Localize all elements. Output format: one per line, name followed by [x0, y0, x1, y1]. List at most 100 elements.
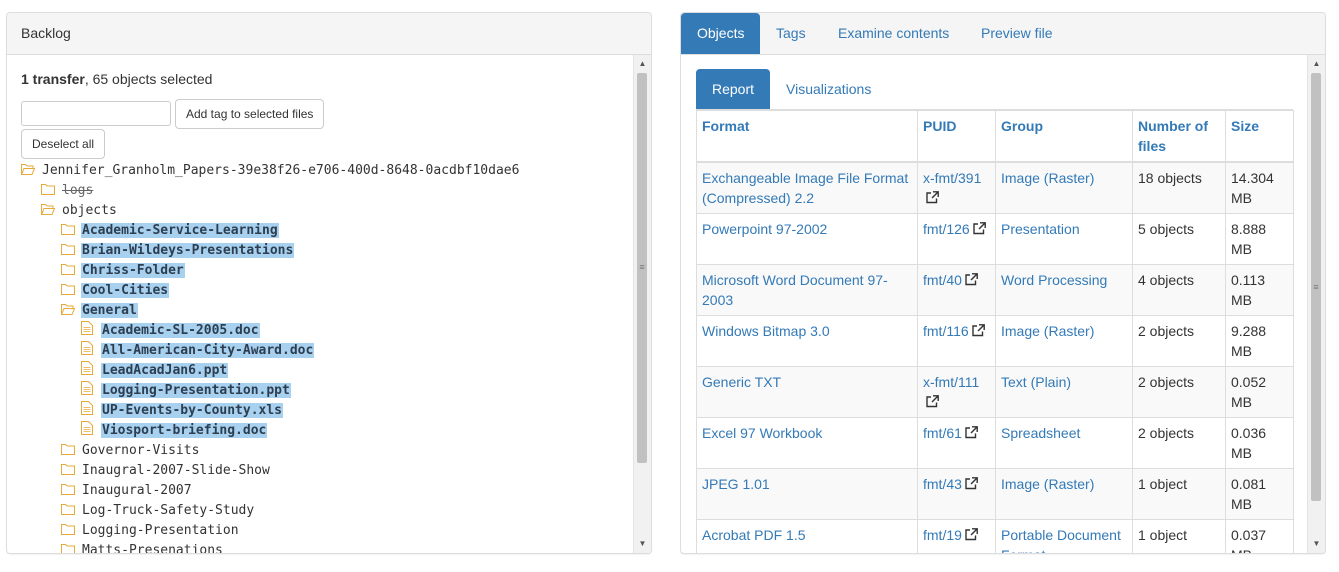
tree-node-label[interactable]: logs	[61, 183, 94, 198]
tree-node-label[interactable]: Chriss-Folder	[81, 263, 185, 278]
file-icon[interactable]	[81, 401, 95, 415]
format-link[interactable]: Windows Bitmap 3.0	[702, 323, 830, 339]
tree-file[interactable]: Logging-Presentation.ppt	[81, 381, 291, 401]
external-link-icon[interactable]	[973, 220, 986, 235]
scroll-up-arrow-icon[interactable]: ▲	[1308, 57, 1325, 71]
tree-node-label[interactable]: Inaugral-2007-Slide-Show	[81, 463, 271, 478]
tree-node-label[interactable]: General	[81, 303, 138, 318]
scroll-up-arrow-icon[interactable]: ▲	[634, 57, 651, 71]
tree-node-label[interactable]: Log-Truck-Safety-Study	[81, 503, 255, 518]
external-link-icon[interactable]	[965, 526, 978, 541]
tree-folder[interactable]: Cool-Cities	[61, 281, 170, 301]
format-link[interactable]: Generic TXT	[702, 374, 781, 390]
header-group[interactable]: Group	[995, 110, 1133, 163]
tree-node-label[interactable]: Jennifer_Granholm_Papers-39e38f26-e706-4…	[41, 163, 520, 178]
external-link-icon[interactable]	[926, 189, 939, 204]
puid-link[interactable]: fmt/116	[923, 323, 969, 339]
file-icon[interactable]	[81, 341, 95, 355]
tree-folder[interactable]: Academic-Service-Learning	[61, 221, 279, 241]
puid-link[interactable]: fmt/43	[923, 476, 962, 492]
folder-icon[interactable]	[61, 222, 75, 235]
puid-link[interactable]: fmt/61	[923, 425, 962, 441]
tree-node-label[interactable]: Governor-Visits	[81, 443, 200, 458]
puid-link[interactable]: fmt/40	[923, 272, 962, 288]
group-link[interactable]: Presentation	[1001, 221, 1080, 237]
file-icon[interactable]	[81, 361, 95, 375]
header-number-of-files[interactable]: Number of files	[1132, 110, 1226, 163]
folder-open-icon[interactable]	[20, 162, 36, 175]
format-link[interactable]: Exchangeable Image File Format (Compress…	[702, 170, 908, 206]
tree-node-label[interactable]: Matts-Presenations	[81, 543, 224, 553]
external-link-icon[interactable]	[965, 475, 978, 490]
format-link[interactable]: Excel 97 Workbook	[702, 425, 822, 441]
header-size[interactable]: Size	[1225, 110, 1294, 163]
subtab-visualizations[interactable]: Visualizations	[770, 69, 887, 109]
tree-node-label[interactable]: Logging-Presentation	[81, 523, 240, 538]
tab-objects[interactable]: Objects	[681, 13, 761, 54]
format-link[interactable]: Microsoft Word Document 97-2003	[702, 272, 888, 308]
tree-folder[interactable]: Inaugural-2007	[61, 481, 193, 501]
tree-node-label[interactable]: Brian-Wildeys-Presentations	[81, 243, 295, 258]
folder-icon[interactable]	[61, 262, 75, 275]
tab-preview-file[interactable]: Preview file	[965, 13, 1069, 54]
group-link[interactable]: Spreadsheet	[1001, 425, 1080, 441]
tree-folder[interactable]: General	[60, 301, 138, 321]
tree-file[interactable]: Academic-SL-2005.doc	[81, 321, 260, 341]
folder-icon[interactable]	[61, 242, 75, 255]
deselect-all-button[interactable]: Deselect all	[21, 129, 106, 159]
group-link[interactable]: Image (Raster)	[1001, 170, 1094, 186]
puid-link[interactable]: x-fmt/391	[923, 170, 981, 186]
header-puid[interactable]: PUID	[917, 110, 996, 163]
tree-folder[interactable]: Logging-Presentation	[61, 521, 240, 541]
tree-node-label[interactable]: Inaugural-2007	[81, 483, 193, 498]
tree-file[interactable]: UP-Events-by-County.xls	[81, 401, 284, 421]
tree-folder[interactable]: Jennifer_Granholm_Papers-39e38f26-e706-4…	[20, 161, 520, 181]
tree-folder[interactable]: Governor-Visits	[61, 441, 200, 461]
tree-node-label[interactable]: All-American-City-Award.doc	[101, 343, 315, 358]
group-link[interactable]: Word Processing	[1001, 272, 1107, 288]
subtab-report[interactable]: Report	[696, 69, 771, 109]
external-link-icon[interactable]	[965, 271, 978, 286]
folder-icon[interactable]	[61, 502, 75, 515]
format-link[interactable]: Powerpoint 97-2002	[702, 221, 827, 237]
file-icon[interactable]	[81, 381, 95, 395]
tree-file[interactable]: LeadAcadJan6.ppt	[81, 361, 229, 381]
external-link-icon[interactable]	[965, 424, 978, 439]
folder-icon[interactable]	[61, 442, 75, 455]
group-link[interactable]: Text (Plain)	[1001, 374, 1071, 390]
folder-icon[interactable]	[61, 462, 75, 475]
tree-node-label[interactable]: Academic-Service-Learning	[81, 223, 279, 238]
puid-link[interactable]: fmt/126	[923, 221, 970, 237]
file-icon[interactable]	[81, 321, 95, 335]
scroll-down-arrow-icon[interactable]: ▼	[634, 537, 651, 551]
header-format[interactable]: Format	[696, 110, 918, 163]
folder-icon[interactable]	[41, 182, 55, 195]
tree-file[interactable]: All-American-City-Award.doc	[81, 341, 315, 361]
tree-folder[interactable]: Brian-Wildeys-Presentations	[61, 241, 295, 261]
folder-icon[interactable]	[61, 542, 75, 553]
folder-open-icon[interactable]	[60, 302, 76, 315]
tree-node-label[interactable]: Cool-Cities	[81, 283, 170, 298]
external-link-icon[interactable]	[926, 393, 939, 408]
folder-icon[interactable]	[61, 282, 75, 295]
format-link[interactable]: Acrobat PDF 1.5	[702, 527, 806, 543]
tree-node-label[interactable]: UP-Events-by-County.xls	[101, 403, 284, 418]
group-link[interactable]: Image (Raster)	[1001, 323, 1094, 339]
tree-node-label[interactable]: Academic-SL-2005.doc	[101, 323, 260, 338]
external-link-icon[interactable]	[971, 322, 985, 337]
add-tag-button[interactable]: Add tag to selected files	[175, 99, 325, 129]
tab-tags[interactable]: Tags	[760, 13, 822, 54]
tab-examine-contents[interactable]: Examine contents	[822, 13, 965, 54]
folder-open-icon[interactable]	[40, 202, 56, 215]
tree-folder[interactable]: Chriss-Folder	[61, 261, 185, 281]
tree-file[interactable]: Viosport-briefing.doc	[81, 421, 268, 441]
folder-icon[interactable]	[61, 482, 75, 495]
tree-folder[interactable]: logs	[41, 181, 94, 201]
group-link[interactable]: Image (Raster)	[1001, 476, 1094, 492]
file-icon[interactable]	[81, 421, 95, 435]
tree-node-label[interactable]: Logging-Presentation.ppt	[101, 383, 291, 398]
puid-link[interactable]: x-fmt/111	[923, 374, 979, 390]
scroll-down-arrow-icon[interactable]: ▼	[1308, 537, 1325, 551]
backlog-scrollbar[interactable]: ▲ ≡ ▼	[633, 55, 651, 553]
puid-link[interactable]: fmt/19	[923, 527, 962, 543]
